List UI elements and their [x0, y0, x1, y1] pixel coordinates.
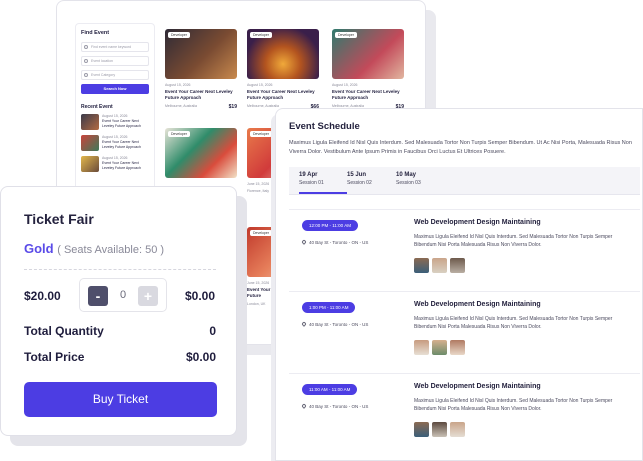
session-description: Maximus Ligula Eleifend Id Nisl Quis Int… — [414, 316, 613, 330]
ticket-title: Ticket Fair — [24, 211, 94, 227]
speaker-avatars — [414, 340, 465, 355]
event-card-location: Florence, Italy — [247, 189, 269, 193]
session-title[interactable]: Web Development Design Maintaining — [414, 383, 541, 390]
event-card-title[interactable]: Event Your Career Next Leveley Future Ap… — [165, 89, 237, 101]
location-select[interactable]: Event location — [81, 56, 149, 66]
session-tabs: 19 Apr Session 01 15 Jun Session 02 10 May… — [289, 167, 640, 195]
event-card-image: Developer — [165, 29, 237, 79]
line-total: $0.00 — [184, 289, 215, 303]
session-time-badge: 12:00 PM - 11:00 AM — [302, 220, 358, 231]
session-location: 40 Bay St - Toronto - ON - US — [301, 239, 368, 245]
find-event-title: Find Event — [81, 30, 110, 36]
event-card-title[interactable]: Event Your Career Next Leveley Future Ap… — [247, 89, 319, 101]
speaker-avatar[interactable] — [450, 258, 465, 273]
recent-event-title: Recent Event — [81, 104, 113, 110]
event-card-date: August 15, 2026 — [247, 83, 273, 87]
total-price-label: Total Price — [24, 350, 85, 364]
speaker-avatars — [414, 258, 465, 273]
event-card-tag: Developer — [335, 32, 357, 38]
speaker-avatar[interactable] — [414, 422, 429, 437]
total-price-row: Total Price $0.00 — [24, 350, 216, 364]
search-now-button[interactable]: Search Now — [81, 84, 149, 94]
session-description: Maximus Ligula Eleifend Id Nisl Quis Int… — [414, 398, 613, 412]
total-quantity-value: 0 — [209, 324, 216, 338]
location-pin-icon — [84, 59, 88, 63]
schedule-session: 12:00 PM - 11:00 AM 40 Bay St - Toronto … — [289, 209, 640, 291]
event-card-location: Melbourne, Australia — [247, 104, 279, 108]
stage: Find Event Find event name keyword Event… — [0, 0, 643, 461]
total-price-value: $0.00 — [185, 350, 216, 364]
search-icon — [84, 45, 88, 49]
event-card-tag: Developer — [250, 32, 272, 38]
tab-session-03[interactable]: 10 May Session 03 — [396, 172, 444, 194]
recent-event-item[interactable]: August 15, 2026 Event Your Career Next Le… — [81, 135, 149, 151]
speaker-avatar[interactable] — [414, 258, 429, 273]
session-description: Maximus Ligula Eleifend Id Nisl Quis Int… — [414, 234, 613, 248]
location-pin-icon — [301, 321, 307, 327]
session-title[interactable]: Web Development Design Maintaining — [414, 301, 541, 308]
tab-session-02[interactable]: 15 Jun Session 02 — [347, 172, 395, 194]
dashed-divider — [24, 269, 216, 270]
buy-ticket-button[interactable]: Buy Ticket — [24, 382, 217, 417]
session-time-badge: 11:00 AM - 11:00 AM — [302, 384, 358, 395]
recent-event-item[interactable]: August 15, 2026 Event Your Career Next Le… — [81, 114, 149, 130]
tab-session-01[interactable]: 19 Apr Session 01 — [299, 172, 347, 194]
recent-event-item[interactable]: August 15, 2026 Event Your Career Next Le… — [81, 156, 149, 172]
speaker-avatar[interactable] — [450, 422, 465, 437]
speaker-avatars — [414, 422, 465, 437]
location-pin-icon — [301, 239, 307, 245]
event-card-date: August 15, 2026 — [165, 83, 191, 87]
event-card-location: Melbourne, Australia — [165, 104, 197, 108]
event-card-image: Developer — [165, 128, 237, 178]
schedule-session: 11:00 AM - 11:00 AM 40 Bay St - Toronto … — [289, 373, 640, 455]
event-card-title[interactable]: Event Your Career Next Leveley Future Ap… — [332, 89, 404, 101]
event-card[interactable]: Developer August 15, 2026 Event Your Car… — [247, 29, 319, 113]
event-card-tag: Developer — [250, 230, 272, 236]
event-card-date: August 15, 2026 — [332, 83, 358, 87]
increment-button[interactable]: + — [138, 286, 158, 306]
session-location: 40 Bay St - Toronto - ON - US — [301, 321, 368, 327]
speaker-avatar[interactable] — [432, 340, 447, 355]
location-pin-icon — [301, 403, 307, 409]
quantity-stepper: - 0 + — [79, 278, 167, 312]
schedule-session: 1:00 PM - 11:00 AM 40 Bay St - Toronto -… — [289, 291, 640, 373]
ticket-tier: Gold ( Seats Available: 50 ) — [24, 241, 164, 256]
session-time-badge: 1:00 PM - 11:00 AM — [302, 302, 356, 313]
schedule-title: Event Schedule — [289, 121, 360, 132]
category-select[interactable]: Event Category — [81, 70, 149, 80]
find-event-panel: Find Event Find event name keyword Event… — [75, 23, 155, 193]
recent-event-thumbnail — [81, 114, 99, 130]
total-quantity-row: Total Quantity 0 — [24, 324, 216, 338]
event-card-tag: Developer — [168, 131, 190, 137]
event-card[interactable]: Developer August 15, 2026 Event Your Car… — [332, 29, 404, 113]
unit-price: $20.00 — [24, 289, 61, 303]
ticket-tier-name: Gold — [24, 241, 54, 256]
event-card-tag: Developer — [250, 131, 272, 137]
recent-event-thumbnail — [81, 156, 99, 172]
event-card-tag: Developer — [168, 32, 190, 38]
event-card-image: Developer — [247, 29, 319, 79]
speaker-avatar[interactable] — [414, 340, 429, 355]
session-title[interactable]: Web Development Design Maintaining — [414, 219, 541, 226]
session-location: 40 Bay St - Toronto - ON - US — [301, 403, 368, 409]
keyword-search-input[interactable]: Find event name keyword — [81, 42, 149, 52]
speaker-avatar[interactable] — [432, 258, 447, 273]
schedule-description: Maximus Ligula Eleifend Id Nisl Quis Int… — [289, 140, 632, 155]
event-schedule-window: Event Schedule Maximus Ligula Eleifend I… — [275, 108, 643, 461]
event-card-price: $19 — [228, 104, 237, 110]
total-quantity-label: Total Quantity — [24, 324, 104, 338]
seats-available: ( Seats Available: 50 ) — [57, 244, 165, 256]
event-card-location: London, UK — [247, 302, 266, 306]
ticket-card: Ticket Fair Gold ( Seats Available: 50 )… — [0, 186, 237, 436]
speaker-avatar[interactable] — [432, 422, 447, 437]
category-icon — [84, 73, 88, 77]
event-card[interactable]: Developer August 15, 2026 Event Your Car… — [165, 29, 237, 113]
speaker-avatar[interactable] — [450, 340, 465, 355]
event-card-image: Developer — [332, 29, 404, 79]
recent-event-thumbnail — [81, 135, 99, 151]
